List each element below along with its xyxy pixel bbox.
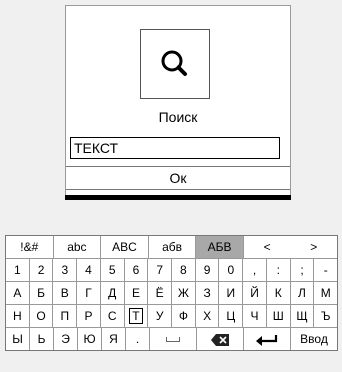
mode-latin-upper[interactable]: ABC <box>100 236 148 258</box>
enter-icon <box>256 334 278 346</box>
dialog-bottom-bar <box>65 195 291 200</box>
keyboard-row-digits: 1 2 3 4 5 6 7 8 9 0 , : ; - <box>6 258 337 281</box>
key[interactable]: Ё <box>147 282 171 304</box>
key[interactable]: Б <box>28 282 53 304</box>
keyboard-row-2: А Б В Г Д Е Ё Ж З И Й К Л М <box>6 281 337 304</box>
key[interactable]: 2 <box>28 259 53 281</box>
keyboard-row-4: Ы Ь Э Ю Я . Ввод <box>6 327 337 350</box>
key[interactable]: 0 <box>218 259 242 281</box>
mode-symbols[interactable]: !&# <box>6 236 53 258</box>
key[interactable]: З <box>194 282 219 304</box>
ok-button[interactable]: Ок <box>66 166 290 190</box>
cursor-right-key[interactable]: > <box>290 236 337 258</box>
key[interactable]: П <box>52 305 76 327</box>
key[interactable]: В <box>52 282 76 304</box>
key[interactable]: Ч <box>242 305 266 327</box>
backspace-icon <box>211 333 229 346</box>
key[interactable]: Ш <box>265 305 290 327</box>
keyboard-mode-row: !&# abc ABC абв АБВ < > <box>6 236 337 258</box>
key[interactable]: Е <box>123 282 148 304</box>
key[interactable]: Ц <box>218 305 242 327</box>
key[interactable]: 4 <box>76 259 100 281</box>
key[interactable]: 7 <box>147 259 171 281</box>
search-dialog: Поиск ТЕКСТ Ок <box>65 5 291 200</box>
key[interactable]: Э <box>53 328 77 350</box>
key[interactable]: М <box>313 282 337 304</box>
key[interactable]: Х <box>194 305 219 327</box>
key[interactable]: 6 <box>123 259 148 281</box>
space-icon <box>166 337 180 343</box>
key[interactable]: . <box>125 328 149 350</box>
key[interactable]: : <box>265 259 290 281</box>
key[interactable]: А <box>6 282 29 304</box>
search-input[interactable]: ТЕКСТ <box>70 137 280 159</box>
key[interactable]: 8 <box>171 259 195 281</box>
key[interactable]: Ю <box>77 328 101 350</box>
key[interactable]: 1 <box>6 259 29 281</box>
enter-key[interactable]: Ввод <box>290 328 337 350</box>
key[interactable]: Ь <box>29 328 53 350</box>
key[interactable]: Й <box>242 282 266 304</box>
key[interactable]: И <box>218 282 242 304</box>
key[interactable]: Ж <box>171 282 195 304</box>
key[interactable]: Р <box>76 305 100 327</box>
key[interactable]: Ы <box>6 328 29 350</box>
dialog-title: Поиск <box>158 109 198 125</box>
key[interactable]: Л <box>289 282 314 304</box>
key[interactable]: К <box>265 282 290 304</box>
selected-key-label: Т <box>129 308 143 324</box>
key[interactable]: Г <box>76 282 100 304</box>
key[interactable]: 3 <box>52 259 76 281</box>
key[interactable]: 5 <box>99 259 124 281</box>
key[interactable]: Ъ <box>313 305 337 327</box>
cursor-left-key[interactable]: < <box>242 236 291 258</box>
mode-cyrillic-lower[interactable]: абв <box>147 236 196 258</box>
key[interactable]: Д <box>99 282 124 304</box>
space-key[interactable] <box>149 328 196 350</box>
key[interactable]: Я <box>101 328 125 350</box>
key[interactable]: У <box>147 305 171 327</box>
mode-latin-lower[interactable]: abc <box>52 236 101 258</box>
search-icon-box <box>140 29 210 99</box>
key[interactable]: , <box>242 259 266 281</box>
enter-arrow-key[interactable] <box>243 328 290 350</box>
onscreen-keyboard: !&# abc ABC абв АБВ < > 1 2 3 4 5 6 7 8 … <box>5 235 338 351</box>
keyboard-row-3: Н О П Р С Т У Ф Х Ц Ч Ш Щ Ъ <box>6 304 337 327</box>
mode-cyrillic-upper[interactable]: АБВ <box>195 236 243 258</box>
search-icon <box>161 50 187 76</box>
key[interactable]: 9 <box>194 259 219 281</box>
key[interactable]: ; <box>289 259 314 281</box>
key[interactable]: С <box>99 305 124 327</box>
backspace-key[interactable] <box>196 328 243 350</box>
key[interactable]: Ф <box>171 305 195 327</box>
key[interactable]: О <box>28 305 53 327</box>
key-selected[interactable]: Т <box>123 305 148 327</box>
key[interactable]: Н <box>6 305 29 327</box>
key[interactable]: Щ <box>289 305 314 327</box>
key[interactable]: - <box>313 259 337 281</box>
